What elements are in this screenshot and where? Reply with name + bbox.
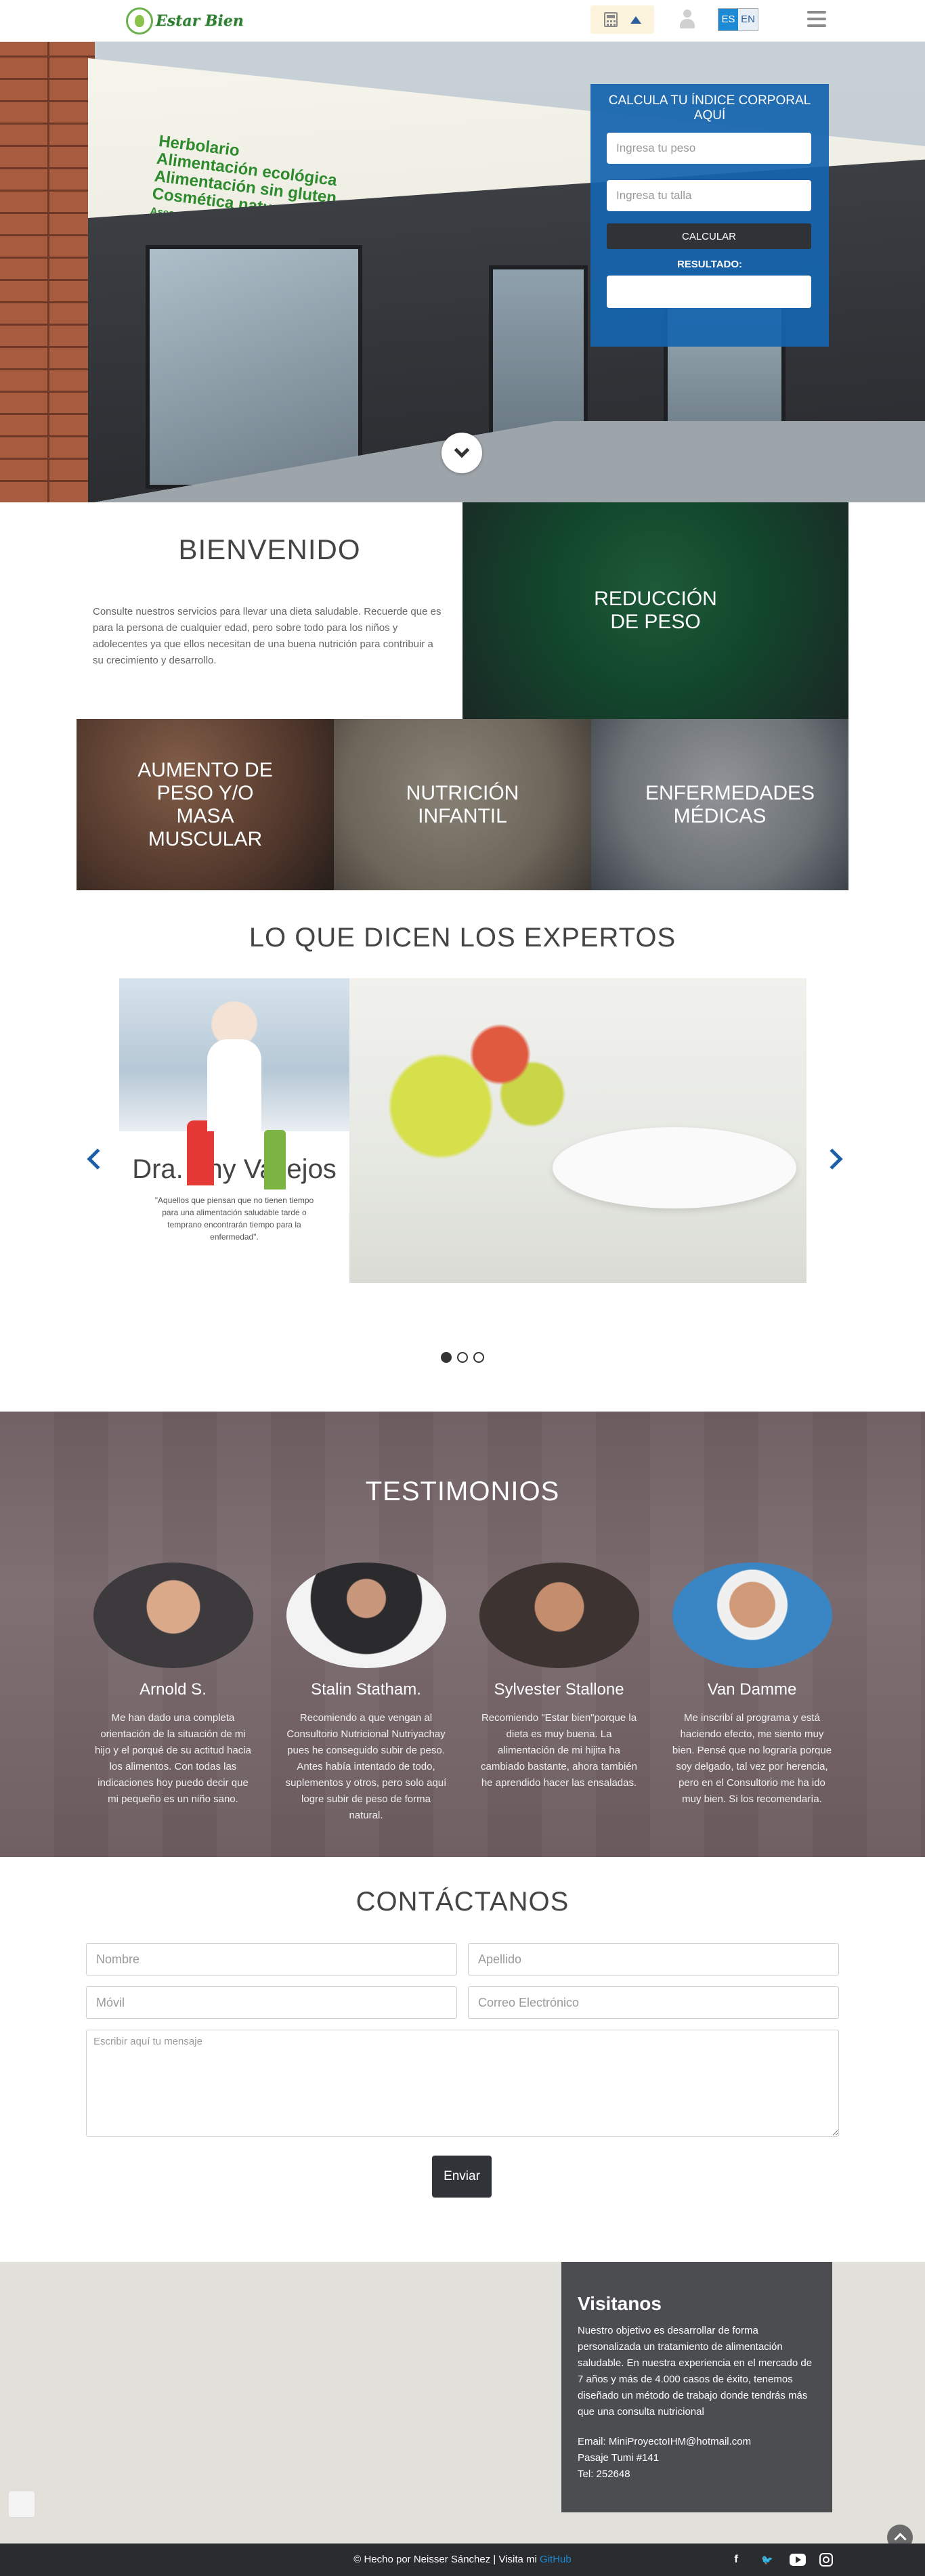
visit-title: Visitanos bbox=[578, 2293, 662, 2314]
weight-input[interactable] bbox=[607, 133, 811, 164]
testimonial-item: Arnold S. Me han dado una completa orien… bbox=[77, 1563, 270, 1824]
testimonial-text: Recomiendo "Estar bien"porque la dieta e… bbox=[481, 1712, 637, 1789]
welcome-panel: BIENVENIDO Consulte nuestros servicios p… bbox=[77, 502, 462, 719]
expert-name: Dra. Any Vallejos bbox=[132, 1154, 337, 1184]
caret-up-icon bbox=[630, 16, 641, 24]
hamburger-menu-icon[interactable] bbox=[807, 11, 826, 27]
carousel-indicators bbox=[0, 1352, 925, 1363]
chevron-left-icon[interactable] bbox=[87, 1148, 108, 1170]
hero-banner: Herbolario Alimentación ecológica Alimen… bbox=[0, 42, 925, 502]
site-header: Estar Bien ES EN bbox=[0, 0, 925, 42]
testimonials-section: TESTIMONIOS Arnold S. Me han dado una co… bbox=[0, 1412, 925, 1857]
contact-title: CONTÁCTANOS bbox=[356, 1887, 569, 1917]
avatar bbox=[93, 1563, 253, 1668]
user-icon[interactable] bbox=[679, 9, 696, 30]
avatar bbox=[479, 1563, 639, 1668]
expert-card: Dra. Any Vallejos "Aquellos que piensan … bbox=[119, 978, 349, 1283]
language-switcher: ES EN bbox=[718, 8, 758, 31]
services-section: BIENVENIDO Consulte nuestros servicios p… bbox=[0, 502, 925, 890]
instagram-icon[interactable] bbox=[819, 2553, 833, 2567]
apple-logo-icon bbox=[126, 7, 153, 35]
calculator-toggle-button[interactable] bbox=[590, 5, 654, 34]
contact-section: CONTÁCTANOS Enviar bbox=[0, 1857, 925, 2262]
bmi-calculator-title: CALCULA TU ÍNDICE CORPORAL AQUÍ bbox=[608, 93, 811, 123]
lang-en-button[interactable]: EN bbox=[738, 9, 758, 30]
experts-carousel: Dra. Any Vallejos "Aquellos que piensan … bbox=[77, 978, 848, 1283]
chevron-down-icon bbox=[454, 442, 470, 458]
testimonial-name: Sylvester Stallone bbox=[494, 1680, 624, 1699]
service-label: ENFERMEDADES MÉDICAS bbox=[645, 781, 815, 827]
testimonial-name: Arnold S. bbox=[139, 1680, 207, 1699]
email-field[interactable] bbox=[468, 1986, 839, 2019]
chevron-right-icon[interactable] bbox=[821, 1148, 843, 1170]
office-photo bbox=[349, 978, 806, 1283]
testimonial-item: Van Damme Me inscribí al programa y está… bbox=[655, 1563, 848, 1824]
avatar bbox=[286, 1563, 446, 1668]
result-output bbox=[607, 276, 811, 308]
carousel-dot[interactable] bbox=[441, 1352, 452, 1363]
logo-text: Estar Bien bbox=[156, 12, 244, 30]
calculate-button[interactable]: CALCULAR bbox=[607, 223, 811, 249]
lang-es-button[interactable]: ES bbox=[718, 9, 738, 30]
chat-widget-icon[interactable] bbox=[8, 2491, 35, 2518]
bottom-bar: © Hecho por Neisser Sánchez | Visita mi … bbox=[0, 2544, 925, 2576]
welcome-title: BIENVENIDO bbox=[178, 533, 361, 565]
experts-section: LO QUE DICEN LOS EXPERTOS Dra. Any Valle… bbox=[0, 890, 925, 1412]
avatar bbox=[672, 1563, 832, 1668]
visit-text: Nuestro objetivo es desarrollar de forma… bbox=[578, 2325, 813, 2418]
service-label: NUTRICIÓN INFANTIL bbox=[406, 781, 519, 827]
site-logo[interactable]: Estar Bien bbox=[126, 7, 244, 35]
visit-email: Email: MiniProyectoIHM@hotmail.com bbox=[578, 2436, 752, 2447]
send-button[interactable]: Enviar bbox=[432, 2156, 492, 2198]
height-input[interactable] bbox=[607, 180, 811, 211]
testimonial-name: Van Damme bbox=[707, 1680, 797, 1699]
calculator-icon bbox=[603, 12, 618, 27]
visit-contact-lines: Email: MiniProyectoIHM@hotmail.com Pasaj… bbox=[578, 2434, 816, 2483]
scroll-down-button[interactable] bbox=[442, 433, 482, 473]
testimonial-text: Me han dado una completa orientación de … bbox=[95, 1712, 251, 1805]
footer-info-section: Visitanos Nuestro objetivo es desarrolla… bbox=[0, 2262, 925, 2550]
visit-us-box: Visitanos Nuestro objetivo es desarrolla… bbox=[561, 2262, 832, 2512]
phone-field[interactable] bbox=[86, 1986, 457, 2019]
service-weight-gain[interactable]: AUMENTO DE PESO Y/O MASA MUSCULAR bbox=[77, 719, 334, 890]
carousel-dot[interactable] bbox=[457, 1352, 468, 1363]
social-links: f 🐦 bbox=[727, 2552, 833, 2568]
experts-title: LO QUE DICEN LOS EXPERTOS bbox=[249, 923, 676, 953]
service-medical-conditions[interactable]: ENFERMEDADES MÉDICAS bbox=[591, 719, 848, 890]
last-name-field[interactable] bbox=[468, 1943, 839, 1975]
testimonial-item: Stalin Statham. Recomiendo a que vengan … bbox=[270, 1563, 462, 1824]
first-name-field[interactable] bbox=[86, 1943, 457, 1975]
testimonials-title: TESTIMONIOS bbox=[365, 1477, 560, 1506]
service-label: REDUCCIÓN DE PESO bbox=[594, 588, 717, 633]
facebook-icon[interactable]: f bbox=[727, 2552, 745, 2568]
visit-phone: Tel: 252648 bbox=[578, 2468, 630, 2480]
message-field[interactable] bbox=[86, 2030, 839, 2137]
welcome-text: Consulte nuestros servicios para llevar … bbox=[93, 606, 442, 666]
visit-address: Pasaje Tumi #141 bbox=[578, 2452, 660, 2464]
service-label: AUMENTO DE PESO Y/O MASA MUSCULAR bbox=[137, 758, 273, 850]
twitter-icon[interactable]: 🐦 bbox=[758, 2552, 776, 2568]
result-label: RESULTADO: bbox=[676, 259, 743, 270]
testimonials-grid: Arnold S. Me han dado una completa orien… bbox=[77, 1563, 848, 1824]
github-link[interactable]: GitHub bbox=[540, 2554, 572, 2565]
testimonial-name: Stalin Statham. bbox=[311, 1680, 421, 1699]
service-child-nutrition[interactable]: NUTRICIÓN INFANTIL bbox=[334, 719, 591, 890]
service-weight-loss[interactable]: REDUCCIÓN DE PESO bbox=[462, 502, 848, 719]
expert-quote: "Aquellos que piensan que no tienen tiem… bbox=[154, 1196, 314, 1242]
youtube-icon[interactable] bbox=[790, 2554, 806, 2566]
testimonial-text: Me inscribí al programa y está haciendo … bbox=[672, 1712, 832, 1805]
testimonial-text: Recomiendo a que vengan al Consultorio N… bbox=[285, 1712, 447, 1821]
testimonial-item: Sylvester Stallone Recomiendo "Estar bie… bbox=[462, 1563, 655, 1824]
carousel-dot[interactable] bbox=[473, 1352, 484, 1363]
bmi-calculator-panel: CALCULA TU ÍNDICE CORPORAL AQUÍ CALCULAR… bbox=[590, 84, 829, 347]
expert-photo bbox=[119, 978, 349, 1131]
